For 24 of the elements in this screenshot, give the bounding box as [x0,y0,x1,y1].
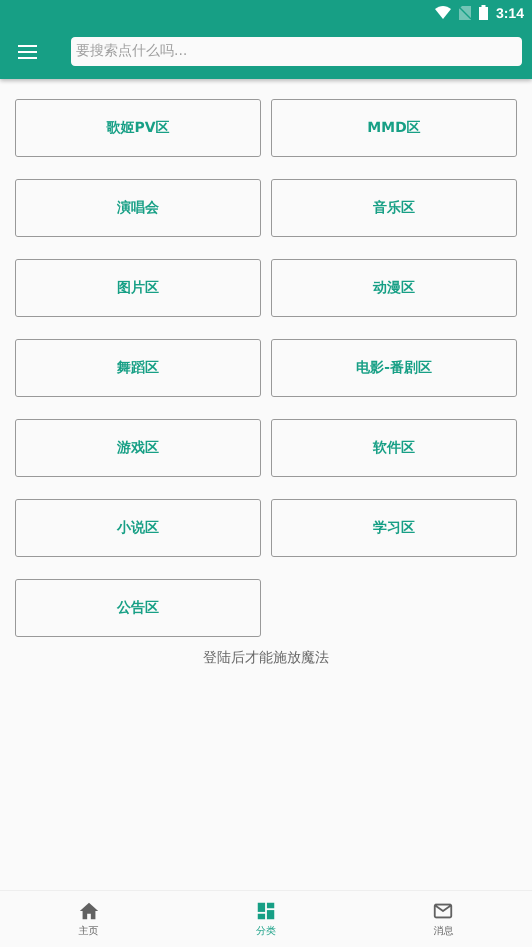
category-button[interactable]: 图片区 [15,259,261,317]
category-button[interactable]: 舞蹈区 [15,339,261,397]
category-button[interactable]: 学习区 [271,499,517,557]
search-field[interactable]: 要搜索点什么吗... [71,36,522,66]
battery-icon [478,5,488,20]
category-button[interactable]: 音乐区 [271,179,517,237]
wifi-icon [434,6,451,19]
category-button[interactable]: 公告区 [15,579,261,637]
menu-icon[interactable] [18,45,37,59]
nav-tab[interactable]: 主页 [0,891,178,947]
category-button[interactable]: 游戏区 [15,419,261,477]
category-button[interactable]: MMD区 [271,99,517,157]
category-button[interactable]: 小说区 [15,499,261,557]
nav-tab[interactable]: 分类 [177,891,355,947]
category-button[interactable]: 演唱会 [15,179,261,237]
home-icon [78,900,100,922]
category-button[interactable]: 电影-番剧区 [271,339,517,397]
status-time: 3:14 [496,4,524,20]
category-button[interactable]: 动漫区 [271,259,517,317]
category-button[interactable]: 歌姬PV区 [15,99,261,157]
nav-tab[interactable]: 消息 [354,891,532,947]
no-sim-icon [458,6,471,20]
login-notice: 登陆后才能施放魔法 [203,649,329,667]
category-button[interactable]: 软件区 [271,419,517,477]
